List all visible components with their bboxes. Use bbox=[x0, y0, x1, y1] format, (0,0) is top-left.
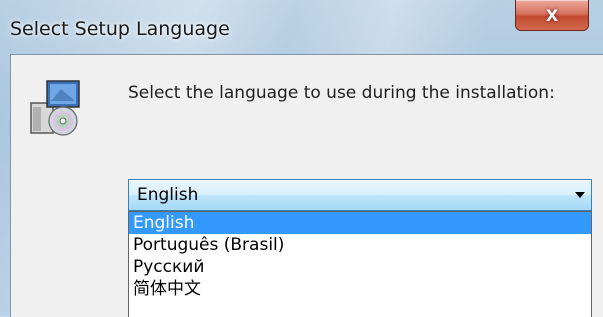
language-option-portuguese-brasil[interactable]: Português (Brasil) bbox=[129, 234, 591, 256]
setup-installer-icon bbox=[30, 80, 80, 136]
close-button[interactable]: X bbox=[515, 0, 589, 31]
language-dropdown-list: English Português (Brasil) Русский 简体中文 bbox=[128, 211, 592, 317]
close-icon: X bbox=[545, 5, 559, 25]
dialog-body: Select the language to use during the in… bbox=[10, 54, 603, 317]
language-select[interactable]: English bbox=[128, 179, 592, 211]
language-select-value: English bbox=[137, 185, 199, 205]
window-title: Select Setup Language bbox=[10, 18, 230, 40]
language-option-english[interactable]: English bbox=[129, 212, 591, 234]
language-option-simplified-chinese[interactable]: 简体中文 bbox=[129, 278, 591, 300]
window-frame: Select Setup Language X Select the langu… bbox=[0, 0, 603, 317]
title-bar[interactable]: Select Setup Language X bbox=[0, 0, 603, 46]
prompt-text: Select the language to use during the in… bbox=[128, 83, 555, 103]
language-option-russian[interactable]: Русский bbox=[129, 256, 591, 278]
chevron-down-icon[interactable] bbox=[575, 192, 585, 198]
